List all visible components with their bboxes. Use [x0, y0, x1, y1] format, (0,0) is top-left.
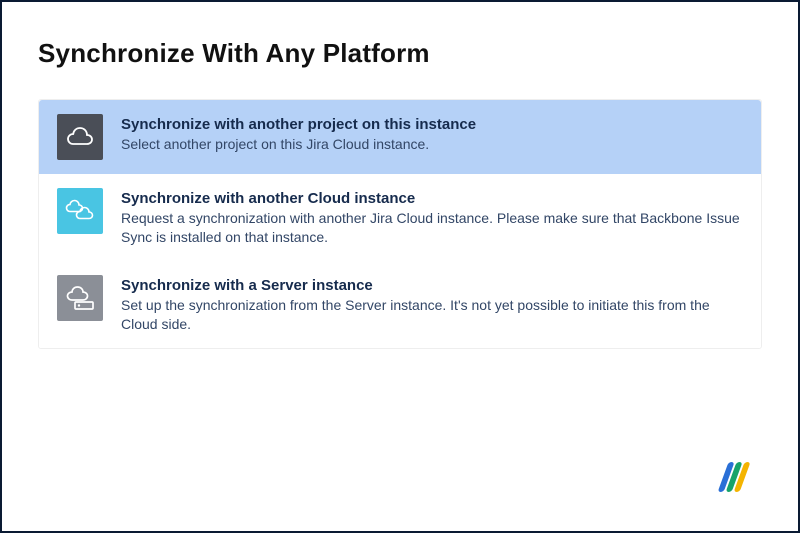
option-body: Synchronize with another project on this…: [121, 114, 743, 154]
cloud-icon: [57, 114, 103, 160]
option-description: Set up the synchronization from the Serv…: [121, 296, 743, 334]
sync-options-list: Synchronize with another project on this…: [38, 99, 762, 349]
cloud-pair-icon: [57, 188, 103, 234]
backbone-logo: [716, 458, 756, 501]
option-title: Synchronize with another Cloud instance: [121, 190, 743, 207]
cloud-server-icon: [57, 275, 103, 321]
page-title: Synchronize With Any Platform: [38, 38, 762, 69]
option-body: Synchronize with a Server instance Set u…: [121, 275, 743, 334]
option-body: Synchronize with another Cloud instance …: [121, 188, 743, 247]
option-sync-server-instance[interactable]: Synchronize with a Server instance Set u…: [39, 261, 761, 348]
option-title: Synchronize with another project on this…: [121, 116, 743, 133]
option-sync-same-instance[interactable]: Synchronize with another project on this…: [39, 100, 761, 174]
option-title: Synchronize with a Server instance: [121, 277, 743, 294]
option-description: Request a synchronization with another J…: [121, 209, 743, 247]
option-sync-cloud-instance[interactable]: Synchronize with another Cloud instance …: [39, 174, 761, 261]
option-description: Select another project on this Jira Clou…: [121, 135, 743, 154]
